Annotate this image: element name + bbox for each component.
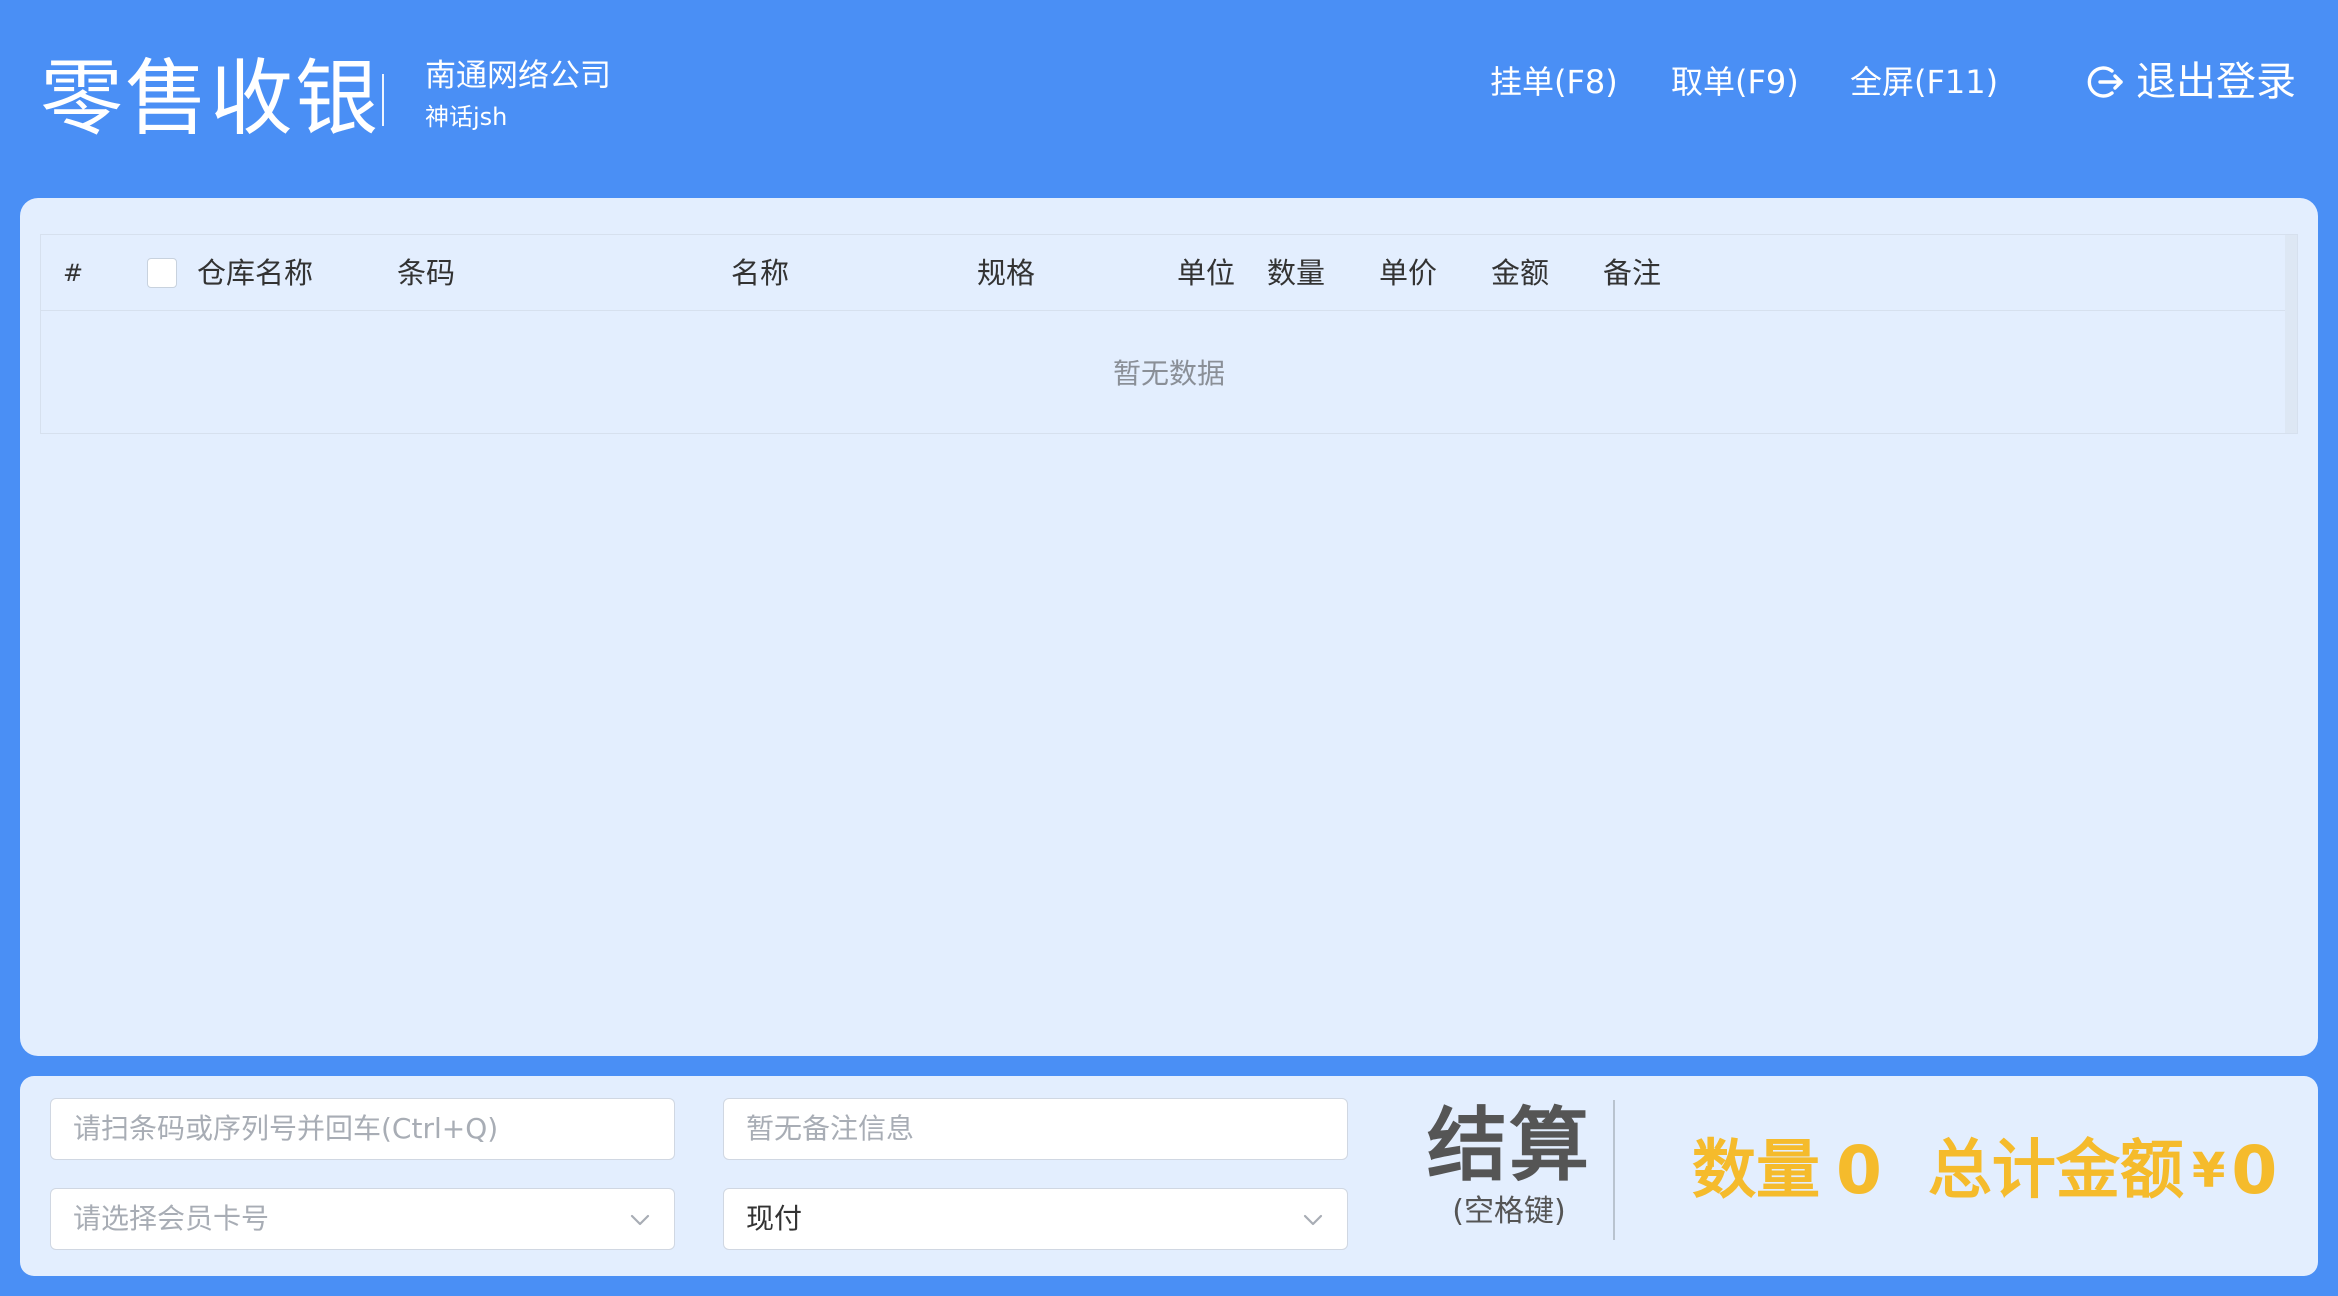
col-remark: 备注 xyxy=(1603,256,1662,290)
member-card-select[interactable]: 请选择会员卡号 xyxy=(50,1188,675,1250)
payment-method-select[interactable]: 现付 xyxy=(723,1188,1348,1250)
col-unit: 单位 xyxy=(1177,256,1236,290)
col-index: # xyxy=(63,259,84,287)
barcode-placeholder: 请扫条码或序列号并回车(Ctrl+Q) xyxy=(73,1112,499,1145)
title-divider xyxy=(382,74,384,126)
logout-icon xyxy=(2087,66,2123,98)
order-summary: 数量 0 总计金额 ¥0 xyxy=(1692,1120,2277,1220)
company-name: 南通网络公司 xyxy=(425,58,611,94)
remark-placeholder: 暂无备注信息 xyxy=(746,1112,915,1145)
quantity-value: 0 xyxy=(1836,1131,1882,1209)
retrieve-order-button[interactable]: 取单(F9) xyxy=(1671,56,1799,108)
table-scrollbar[interactable] xyxy=(2285,235,2297,433)
col-amount: 金额 xyxy=(1491,256,1550,290)
order-panel: # 仓库名称 条码 名称 规格 单位 数量 单价 金额 备注 暂无数据 xyxy=(20,198,2318,1056)
member-placeholder: 请选择会员卡号 xyxy=(73,1202,270,1235)
total-amount-value: 0 xyxy=(2231,1131,2278,1209)
col-barcode: 条码 xyxy=(397,256,456,290)
checkout-button[interactable]: 结算 (空格键) xyxy=(1414,1100,1604,1250)
user-name: 神话jsh xyxy=(425,103,508,131)
fullscreen-button[interactable]: 全屏(F11) xyxy=(1850,56,1998,108)
col-quantity: 数量 xyxy=(1267,256,1326,290)
logout-button[interactable]: 退出登录 xyxy=(2084,52,2296,112)
col-unit-price: 单价 xyxy=(1379,256,1438,290)
checkout-label: 结算 xyxy=(1427,1099,1591,1192)
total-amount-label: 总计金额 xyxy=(1927,1133,2184,1208)
chevron-down-icon xyxy=(630,1214,650,1226)
hold-order-button[interactable]: 挂单(F8) xyxy=(1490,56,1618,108)
currency-symbol: ¥ xyxy=(2191,1142,2226,1199)
logout-label: 退出登录 xyxy=(2136,59,2296,105)
order-table: # 仓库名称 条码 名称 规格 单位 数量 单价 金额 备注 暂无数据 xyxy=(40,234,2298,434)
barcode-input[interactable]: 请扫条码或序列号并回车(Ctrl+Q) xyxy=(50,1098,675,1160)
app-title: 零售收银 xyxy=(40,50,380,147)
quantity-label: 数量 xyxy=(1692,1133,1820,1208)
checkout-panel: 请扫条码或序列号并回车(Ctrl+Q) 暂无备注信息 请选择会员卡号 现付 结算… xyxy=(20,1076,2318,1276)
empty-state-text: 暂无数据 xyxy=(1112,357,1225,390)
top-bar: 零售收银 南通网络公司 神话jsh 挂单(F8) 取单(F9) 全屏(F11) … xyxy=(0,0,2338,198)
col-spec: 规格 xyxy=(977,256,1036,290)
col-warehouse: 仓库名称 xyxy=(197,256,314,290)
table-header: # 仓库名称 条码 名称 规格 单位 数量 单价 金额 备注 xyxy=(41,235,2297,311)
select-all-checkbox[interactable] xyxy=(147,258,177,288)
remark-input[interactable]: 暂无备注信息 xyxy=(723,1098,1348,1160)
checkout-shortcut-hint: (空格键) xyxy=(1452,1194,1566,1229)
col-name: 名称 xyxy=(731,256,790,290)
chevron-down-icon xyxy=(1303,1214,1323,1226)
footer-divider xyxy=(1613,1100,1615,1240)
payment-method-value: 现付 xyxy=(746,1202,803,1235)
